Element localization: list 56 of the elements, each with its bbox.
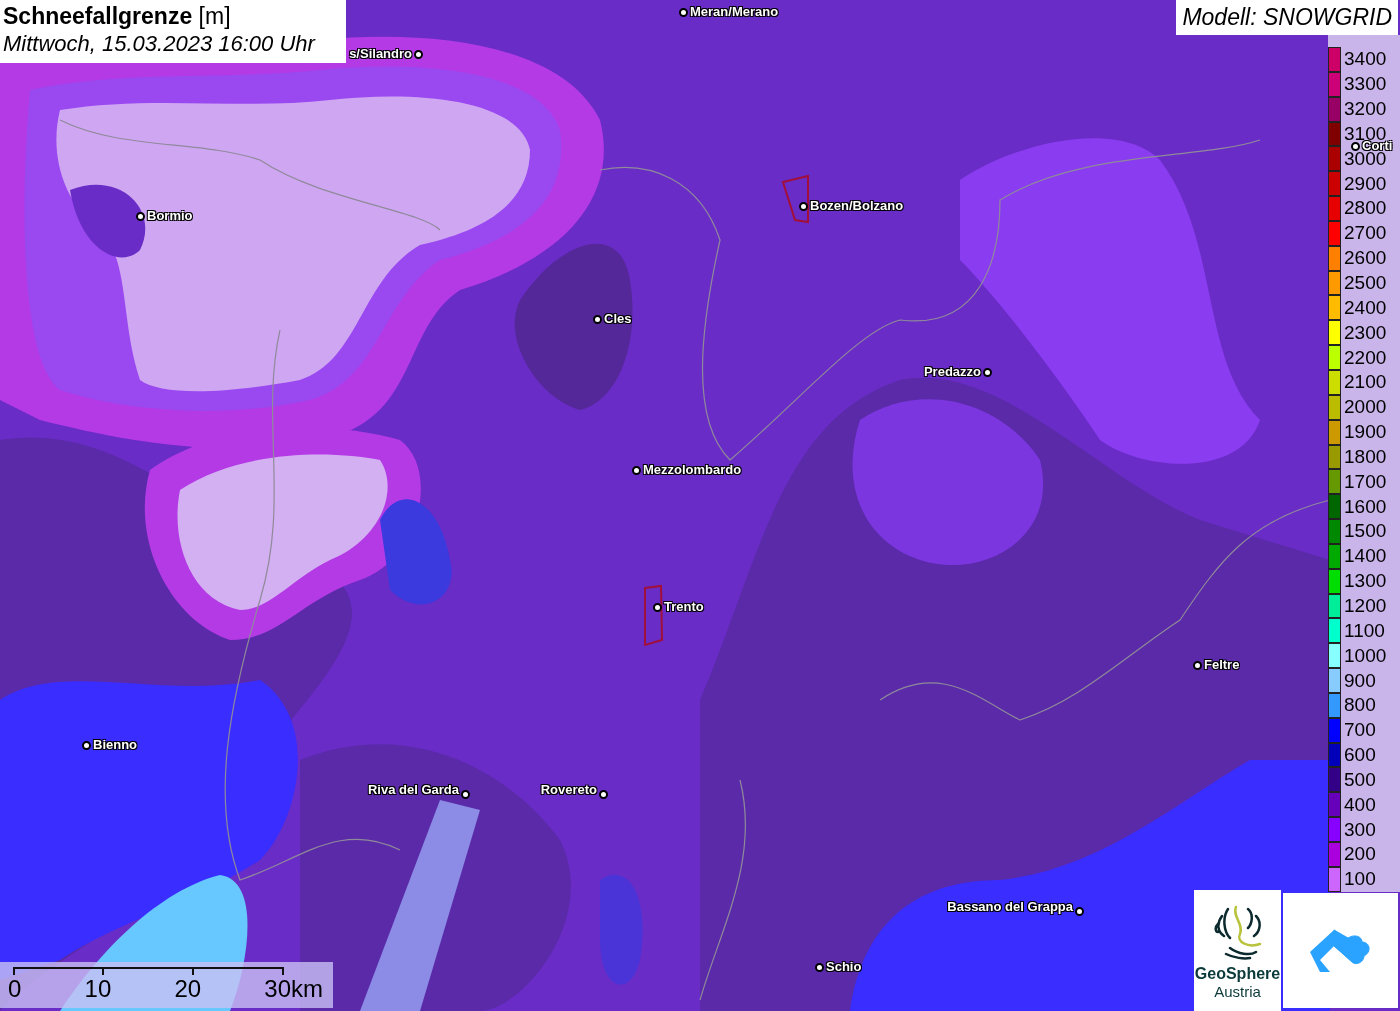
legend-label: 700	[1344, 719, 1376, 742]
scale-ruler-icon	[13, 967, 285, 975]
place-label: Rovereto	[540, 780, 597, 799]
place-label: Cles	[604, 310, 632, 328]
legend-label: 1700	[1344, 470, 1387, 493]
place-label: Feltre	[1204, 656, 1240, 674]
legend-label: 800	[1344, 694, 1376, 717]
scale-label: 30km	[264, 975, 323, 1003]
legend-label: 900	[1344, 669, 1376, 692]
place-label: Schio	[826, 958, 862, 976]
legend-label: 3400	[1344, 48, 1387, 71]
legend-label: 2200	[1344, 346, 1387, 369]
legend-label: 400	[1344, 793, 1376, 816]
legend-label: 1900	[1344, 421, 1387, 444]
legend-label: 100	[1344, 868, 1376, 891]
place-label: Riva del Garda	[367, 780, 459, 799]
forecast-datetime: Mittwoch, 15.03.2023 16:00 Uhr	[3, 30, 317, 58]
legend-label: 500	[1344, 768, 1376, 791]
legend-label: 1100	[1344, 619, 1385, 642]
model-label: Modell: SNOWGRID	[1176, 0, 1398, 35]
legend-label: 300	[1344, 818, 1376, 841]
legend-label: 1500	[1344, 520, 1387, 543]
place-label: Trento	[664, 598, 704, 616]
legend-label: 2400	[1344, 296, 1387, 319]
logo-subtitle: Austria	[1214, 983, 1261, 1001]
place-label: Bormio	[147, 207, 193, 225]
legend-label: 1300	[1344, 570, 1387, 593]
legend-label: 3200	[1344, 98, 1387, 121]
legend-label: 2700	[1344, 222, 1387, 245]
legend-label: 2300	[1344, 321, 1387, 344]
scale-label: 10	[84, 975, 112, 1003]
legend-label: 2500	[1344, 272, 1387, 294]
legend-label: 1200	[1344, 595, 1387, 617]
legend-label: 2100	[1344, 371, 1387, 394]
place-label: Bozen/Bolzano	[810, 197, 904, 215]
legend-label: 1000	[1344, 644, 1387, 667]
legend-label: 1400	[1344, 545, 1387, 568]
scale-label: 20	[174, 975, 202, 1003]
legend-label: 1600	[1344, 495, 1387, 518]
place-label: Mezzolombardo	[643, 461, 742, 479]
legend-label: 2000	[1344, 396, 1387, 419]
legend-label: 200	[1344, 843, 1376, 866]
legend-label: 3300	[1344, 73, 1387, 96]
legend-label: 2600	[1344, 247, 1387, 270]
place-label: Bienno	[93, 736, 138, 754]
map-title: Schneefallgrenze [m]	[3, 3, 232, 30]
logo-name: GeoSphere	[1194, 965, 1281, 983]
place-label: s/Silandro	[349, 45, 412, 63]
place-label: Predazzo	[923, 363, 981, 381]
place-label: Meran/Merano	[690, 3, 779, 21]
legend-label: 600	[1344, 744, 1376, 767]
scale-label: 0	[8, 975, 22, 1003]
legend-label: 1800	[1344, 445, 1387, 468]
place-label: Bassano del Grappa	[947, 897, 1073, 916]
legend-label: 2800	[1344, 197, 1387, 220]
legend-label: 2900	[1344, 172, 1387, 195]
